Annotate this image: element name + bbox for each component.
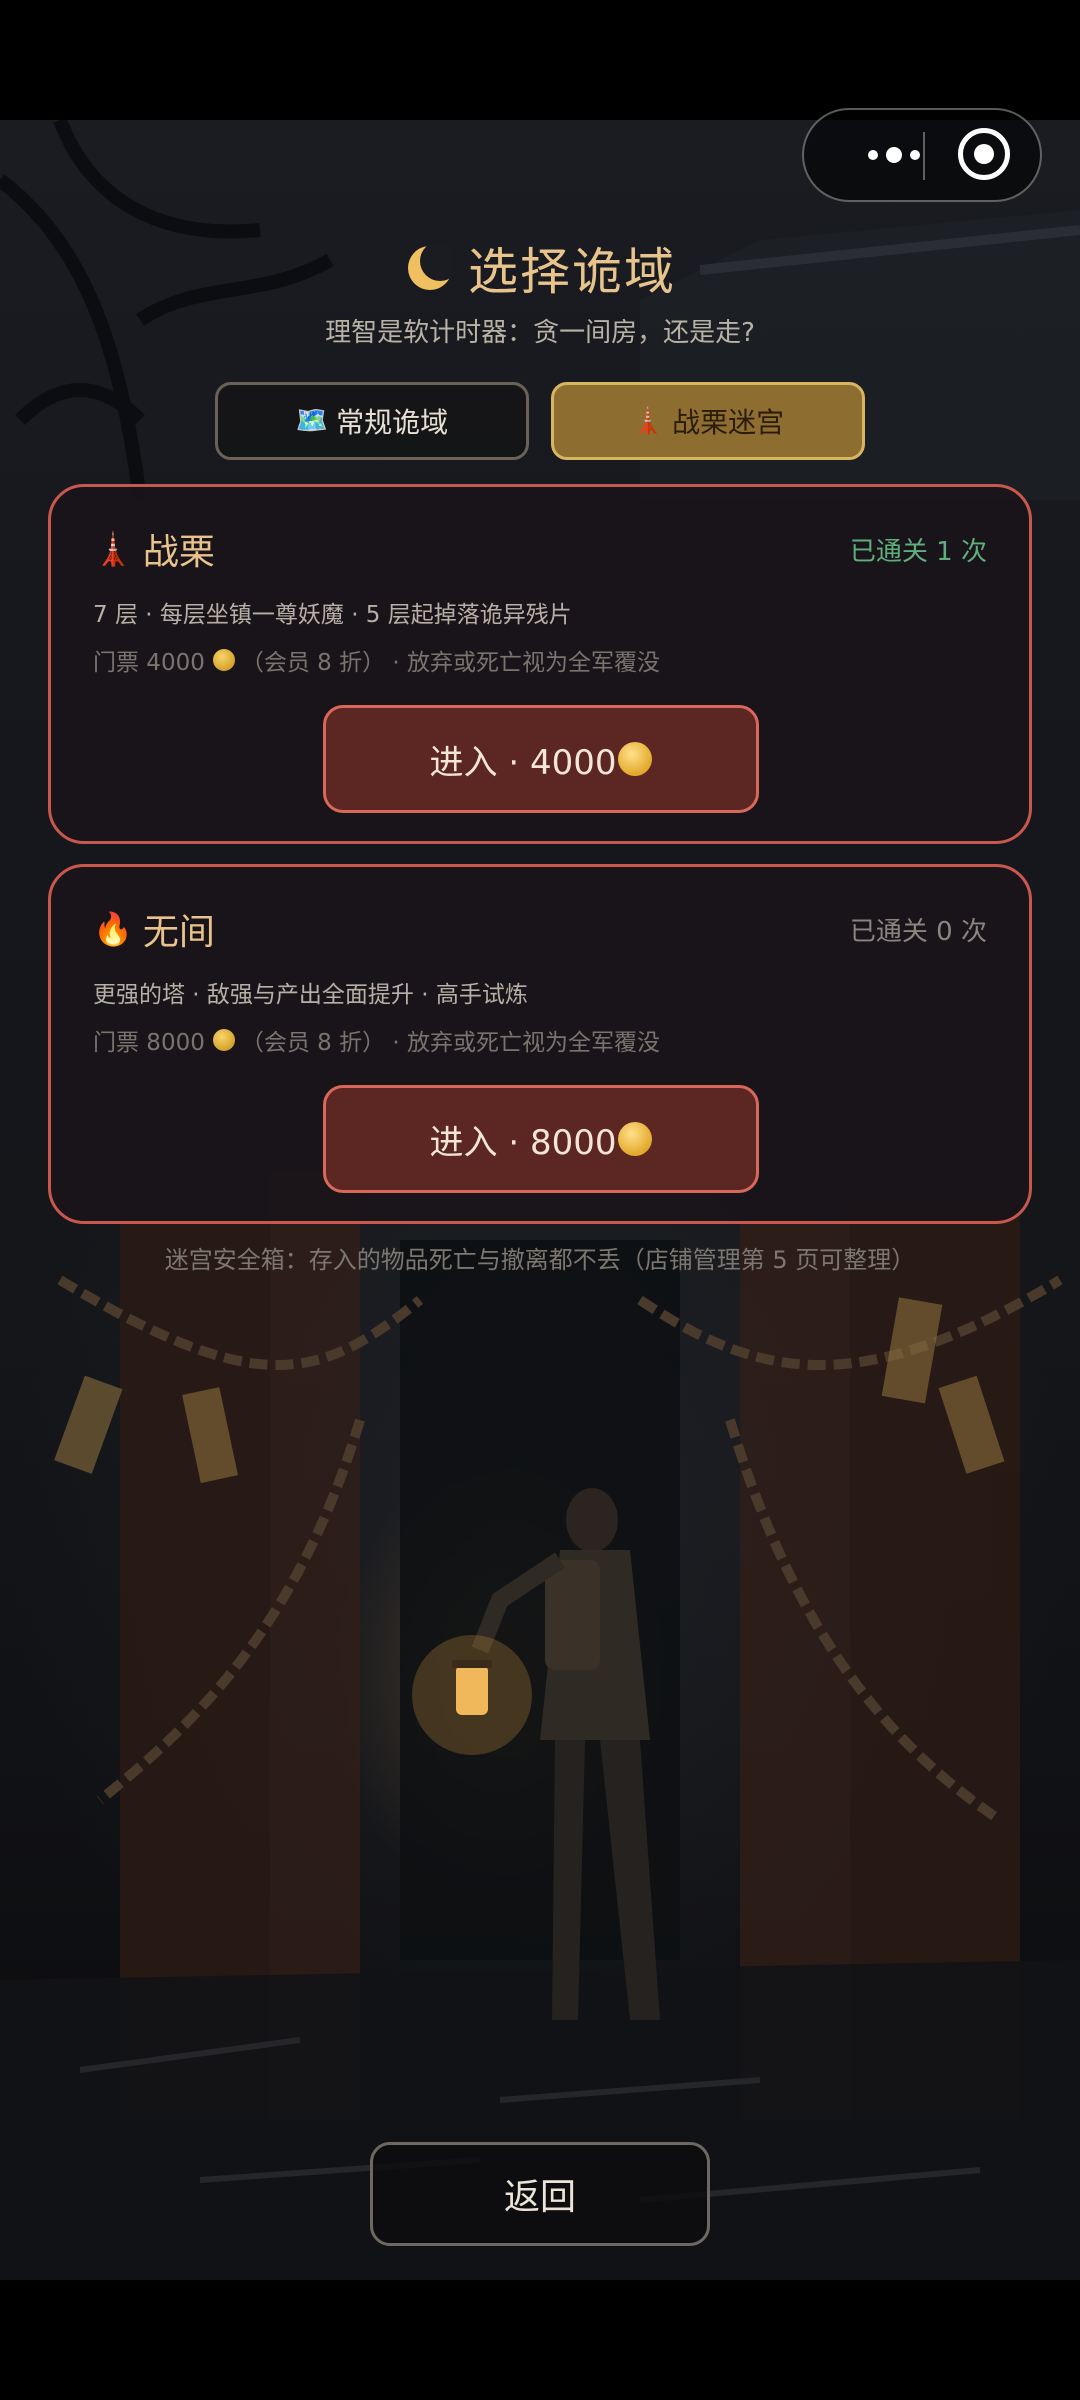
ticket-note: （会员 8 折） · 放弃或死亡视为全军覆没 bbox=[240, 1030, 661, 1056]
ticket-note: （会员 8 折） · 放弃或死亡视为全军覆没 bbox=[240, 650, 661, 676]
enter-button[interactable]: 进入 · 8000 bbox=[323, 1085, 759, 1193]
safe-box-note: 迷宫安全箱：存入的物品死亡与撤离都不丢（店铺管理第 5 页可整理） bbox=[164, 1246, 916, 1274]
enter-button[interactable]: 进入 · 4000 bbox=[323, 705, 759, 813]
card-header: 🗼 战栗 bbox=[93, 523, 215, 575]
tab-label: 常规诡域 bbox=[336, 406, 449, 439]
coin-icon bbox=[212, 1029, 235, 1051]
coin-icon bbox=[212, 649, 235, 671]
status-bar bbox=[0, 0, 1080, 120]
map-icon: 🗺️ bbox=[295, 406, 329, 436]
tower-icon: 🗼 bbox=[93, 530, 133, 568]
card-ticket-info: 门票 4000 （会员 8 折） · 放弃或死亡视为全军覆没 bbox=[93, 643, 660, 677]
page-title-row: 选择诡域 bbox=[0, 232, 1080, 304]
mini-program-capsule bbox=[802, 108, 1042, 202]
card-ticket-info: 门票 8000 （会员 8 折） · 放弃或死亡视为全军覆没 bbox=[93, 1023, 660, 1057]
card-description: 7 层 · 每层坐镇一尊妖魔 · 5 层起掉落诡异残片 bbox=[93, 602, 572, 628]
ticket-price: 门票 4000 bbox=[93, 650, 205, 676]
more-dots-icon[interactable] bbox=[834, 110, 954, 200]
coin-icon bbox=[618, 1122, 653, 1156]
coin-icon bbox=[618, 742, 653, 776]
enter-button-label: 进入 · 8000 bbox=[429, 1122, 617, 1163]
card-description: 更强的塔 · 敌强与产出全面提升 · 高手试炼 bbox=[93, 982, 528, 1008]
back-button[interactable]: 返回 bbox=[370, 2142, 710, 2246]
tab-shiver-maze[interactable]: 🗼 战栗迷宫 bbox=[551, 382, 865, 460]
card-title: 战栗 bbox=[142, 532, 215, 573]
tab-normal-domain[interactable]: 🗺️ 常规诡域 bbox=[215, 382, 529, 460]
page-subtitle: 理智是软计时器：贪一间房，还是走? bbox=[325, 318, 755, 348]
maze-card-endless: 🔥 无间 已通关 0 次 更强的塔 · 敌强与产出全面提升 · 高手试炼 门票 … bbox=[48, 864, 1032, 1224]
enter-button-label: 进入 · 4000 bbox=[429, 742, 617, 783]
card-header: 🔥 无间 bbox=[93, 903, 215, 955]
back-button-label: 返回 bbox=[503, 2177, 576, 2218]
capsule-divider bbox=[923, 132, 925, 180]
maze-card-shiver: 🗼 战栗 已通关 1 次 7 层 · 每层坐镇一尊妖魔 · 5 层起掉落诡异残片… bbox=[48, 484, 1032, 844]
card-title: 无间 bbox=[142, 912, 215, 953]
clear-count: 已通关 1 次 bbox=[849, 537, 987, 567]
target-circle-icon[interactable] bbox=[958, 128, 1010, 180]
ticket-price: 门票 8000 bbox=[93, 1030, 205, 1056]
fire-icon: 🔥 bbox=[93, 910, 133, 948]
tab-label: 战栗迷宫 bbox=[672, 406, 785, 439]
crescent-moon-icon bbox=[408, 243, 454, 290]
clear-count: 已通关 0 次 bbox=[849, 917, 987, 947]
page-title: 选择诡域 bbox=[468, 243, 676, 301]
bottom-bar bbox=[0, 2280, 1080, 2400]
tower-icon: 🗼 bbox=[631, 406, 665, 436]
